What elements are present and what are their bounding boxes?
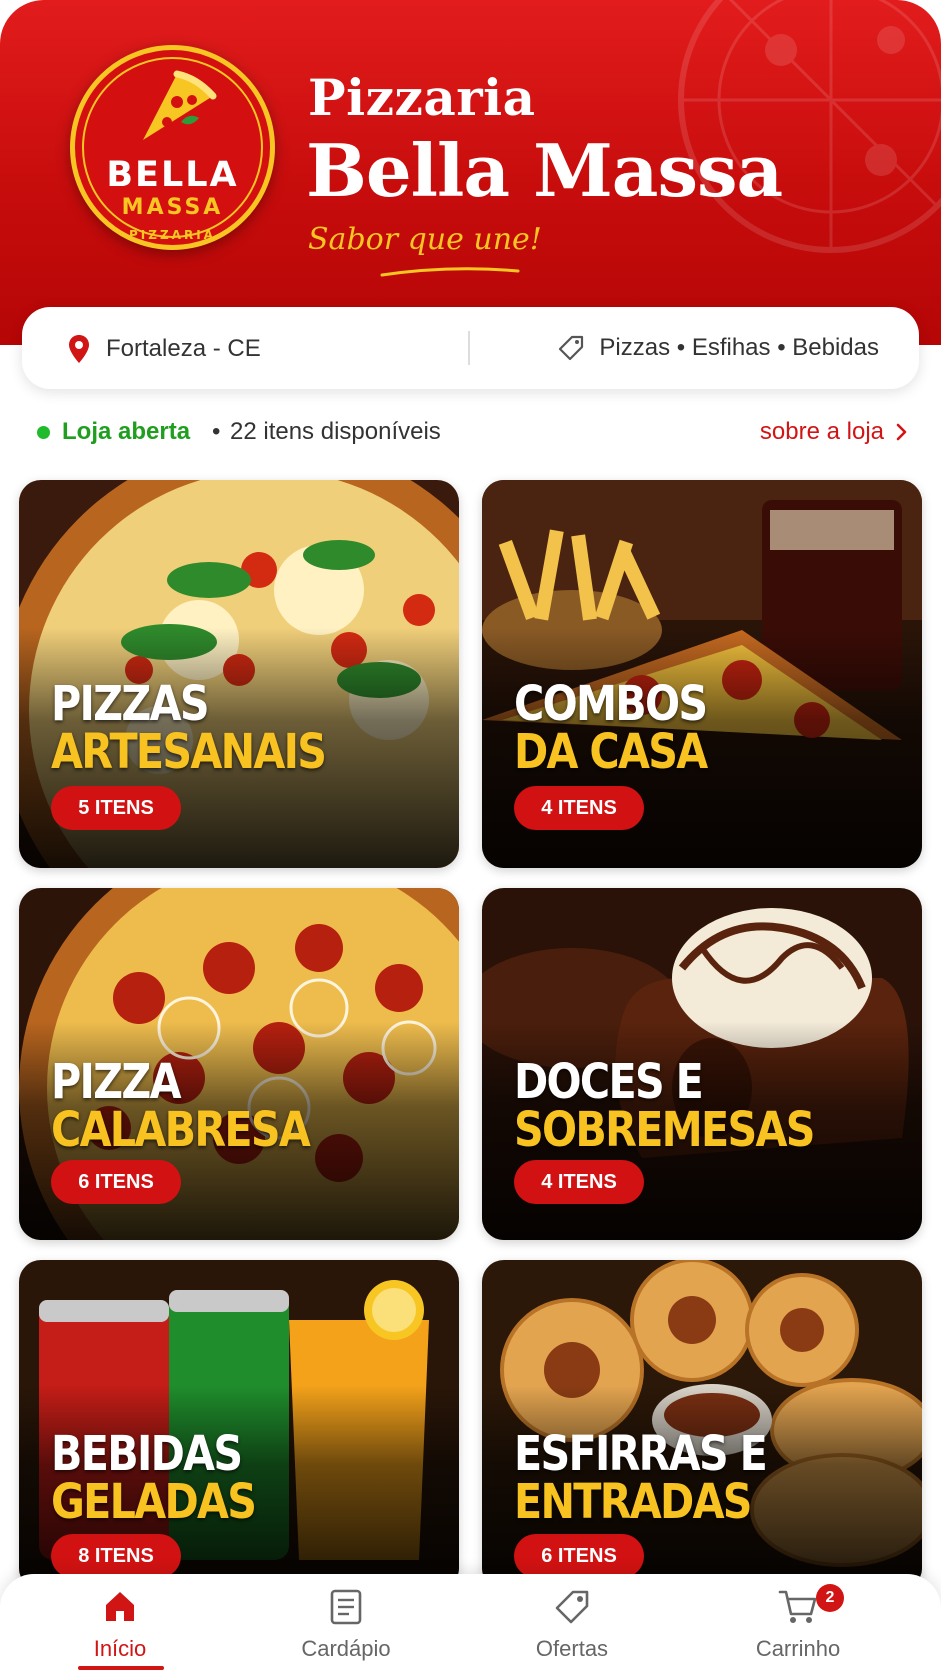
category-card-esfirras-e-entradas[interactable]: ESFIRRAS E ENTRADAS 6 ITENS	[482, 1260, 922, 1590]
status-separator: •	[212, 418, 221, 445]
item-count-badge: 6 ITENS	[51, 1160, 181, 1204]
nav-item-ofertas[interactable]: Ofertas	[482, 1574, 662, 1672]
category-title: DOCES E	[514, 1054, 704, 1110]
item-count-badge: 8 ITENS	[51, 1534, 181, 1578]
open-status-dot	[37, 426, 50, 439]
bella-massa-logo: BELLA MASSA PIZZARIA	[70, 45, 275, 250]
tagline-underline	[380, 267, 520, 277]
category-title: ESFIRRAS E	[514, 1426, 768, 1482]
location-text: Fortaleza - CE	[106, 335, 261, 362]
item-count-badge: 5 ITENS	[51, 786, 181, 830]
tag-icon	[559, 335, 584, 361]
logo-text-massa: MASSA	[121, 195, 224, 220]
store-info-card: Fortaleza - CE Pizzas • Esfihas • Bebida…	[22, 307, 919, 389]
category-subtitle: ENTRADAS	[514, 1474, 753, 1530]
cart-icon	[778, 1590, 817, 1623]
category-card-doces-e-sobremesas[interactable]: DOCES E SOBREMESAS 4 ITENS	[482, 888, 922, 1240]
items-available-count: 22 itens disponíveis	[230, 418, 441, 445]
categories-text: Pizzas • Esfihas • Bebidas	[599, 334, 879, 361]
store-status-row: Loja aberta • 22 itens disponíveis sobre…	[34, 415, 908, 449]
nav-label: Cardápio	[301, 1636, 391, 1661]
info-divider	[468, 331, 470, 365]
category-card-combos-da-casa[interactable]: COMBOS DA CASA 4 ITENS	[482, 480, 922, 868]
category-subtitle: SOBREMESAS	[514, 1102, 815, 1158]
nav-label: Ofertas	[535, 1636, 609, 1661]
nav-label: Início	[93, 1636, 147, 1661]
brand-title-small: Pizzaria	[308, 68, 536, 127]
item-count-badge: 4 ITENS	[514, 786, 644, 830]
nav-item-carrinho[interactable]: 2 Carrinho	[708, 1574, 888, 1672]
about-store-label: sobre a loja	[759, 418, 884, 445]
nav-item-cardapio[interactable]: Cardápio	[256, 1574, 436, 1672]
brand-title: Bella Massa	[306, 128, 783, 213]
store-location[interactable]: Fortaleza - CE	[68, 334, 261, 364]
category-title: COMBOS	[514, 676, 708, 732]
home-icon	[106, 1592, 134, 1621]
active-tab-indicator	[78, 1666, 164, 1670]
category-title: BEBIDAS	[51, 1426, 243, 1482]
store-categories: Pizzas • Esfihas • Bebidas	[557, 334, 879, 362]
category-title: PIZZA	[51, 1054, 182, 1110]
about-store-link[interactable]: sobre a loja	[760, 418, 908, 446]
category-subtitle: DA CASA	[514, 724, 708, 780]
logo-text-bella: BELLA	[106, 155, 239, 195]
bottom-navigation: Início Cardápio Ofertas 2 Carrinho	[0, 1574, 941, 1672]
category-subtitle: CALABRESA	[51, 1102, 311, 1158]
menu-book-icon	[330, 1589, 362, 1625]
category-subtitle: GELADAS	[51, 1474, 257, 1530]
tag-icon	[555, 1590, 589, 1624]
cart-count-badge: 2	[816, 1584, 844, 1612]
item-count-badge: 4 ITENS	[514, 1160, 644, 1204]
store-open-label: Loja aberta	[62, 418, 191, 445]
category-card-pizza-calabresa[interactable]: PIZZA CALABRESA 6 ITENS	[19, 888, 459, 1240]
category-subtitle: ARTESANAIS	[51, 724, 327, 780]
category-card-bebidas-geladas[interactable]: BEBIDAS GELADAS 8 ITENS	[19, 1260, 459, 1590]
category-title: PIZZAS	[51, 676, 210, 732]
nav-item-inicio[interactable]: Início	[30, 1574, 210, 1672]
item-count-badge: 6 ITENS	[514, 1534, 644, 1578]
brand-tagline: Sabor que une!	[308, 222, 542, 257]
store-header: BELLA MASSA PIZZARIA Pizzaria Bella Mass…	[0, 0, 941, 345]
location-pin-icon	[69, 335, 89, 363]
category-card-pizzas-artesanais[interactable]: PIZZAS ARTESANAIS 5 ITENS	[19, 480, 459, 868]
logo-text-pizzaria: PIZZARIA	[129, 228, 216, 242]
chevron-right-icon	[896, 423, 907, 441]
pizza-slice-icon	[143, 70, 217, 140]
nav-label: Carrinho	[755, 1636, 841, 1661]
